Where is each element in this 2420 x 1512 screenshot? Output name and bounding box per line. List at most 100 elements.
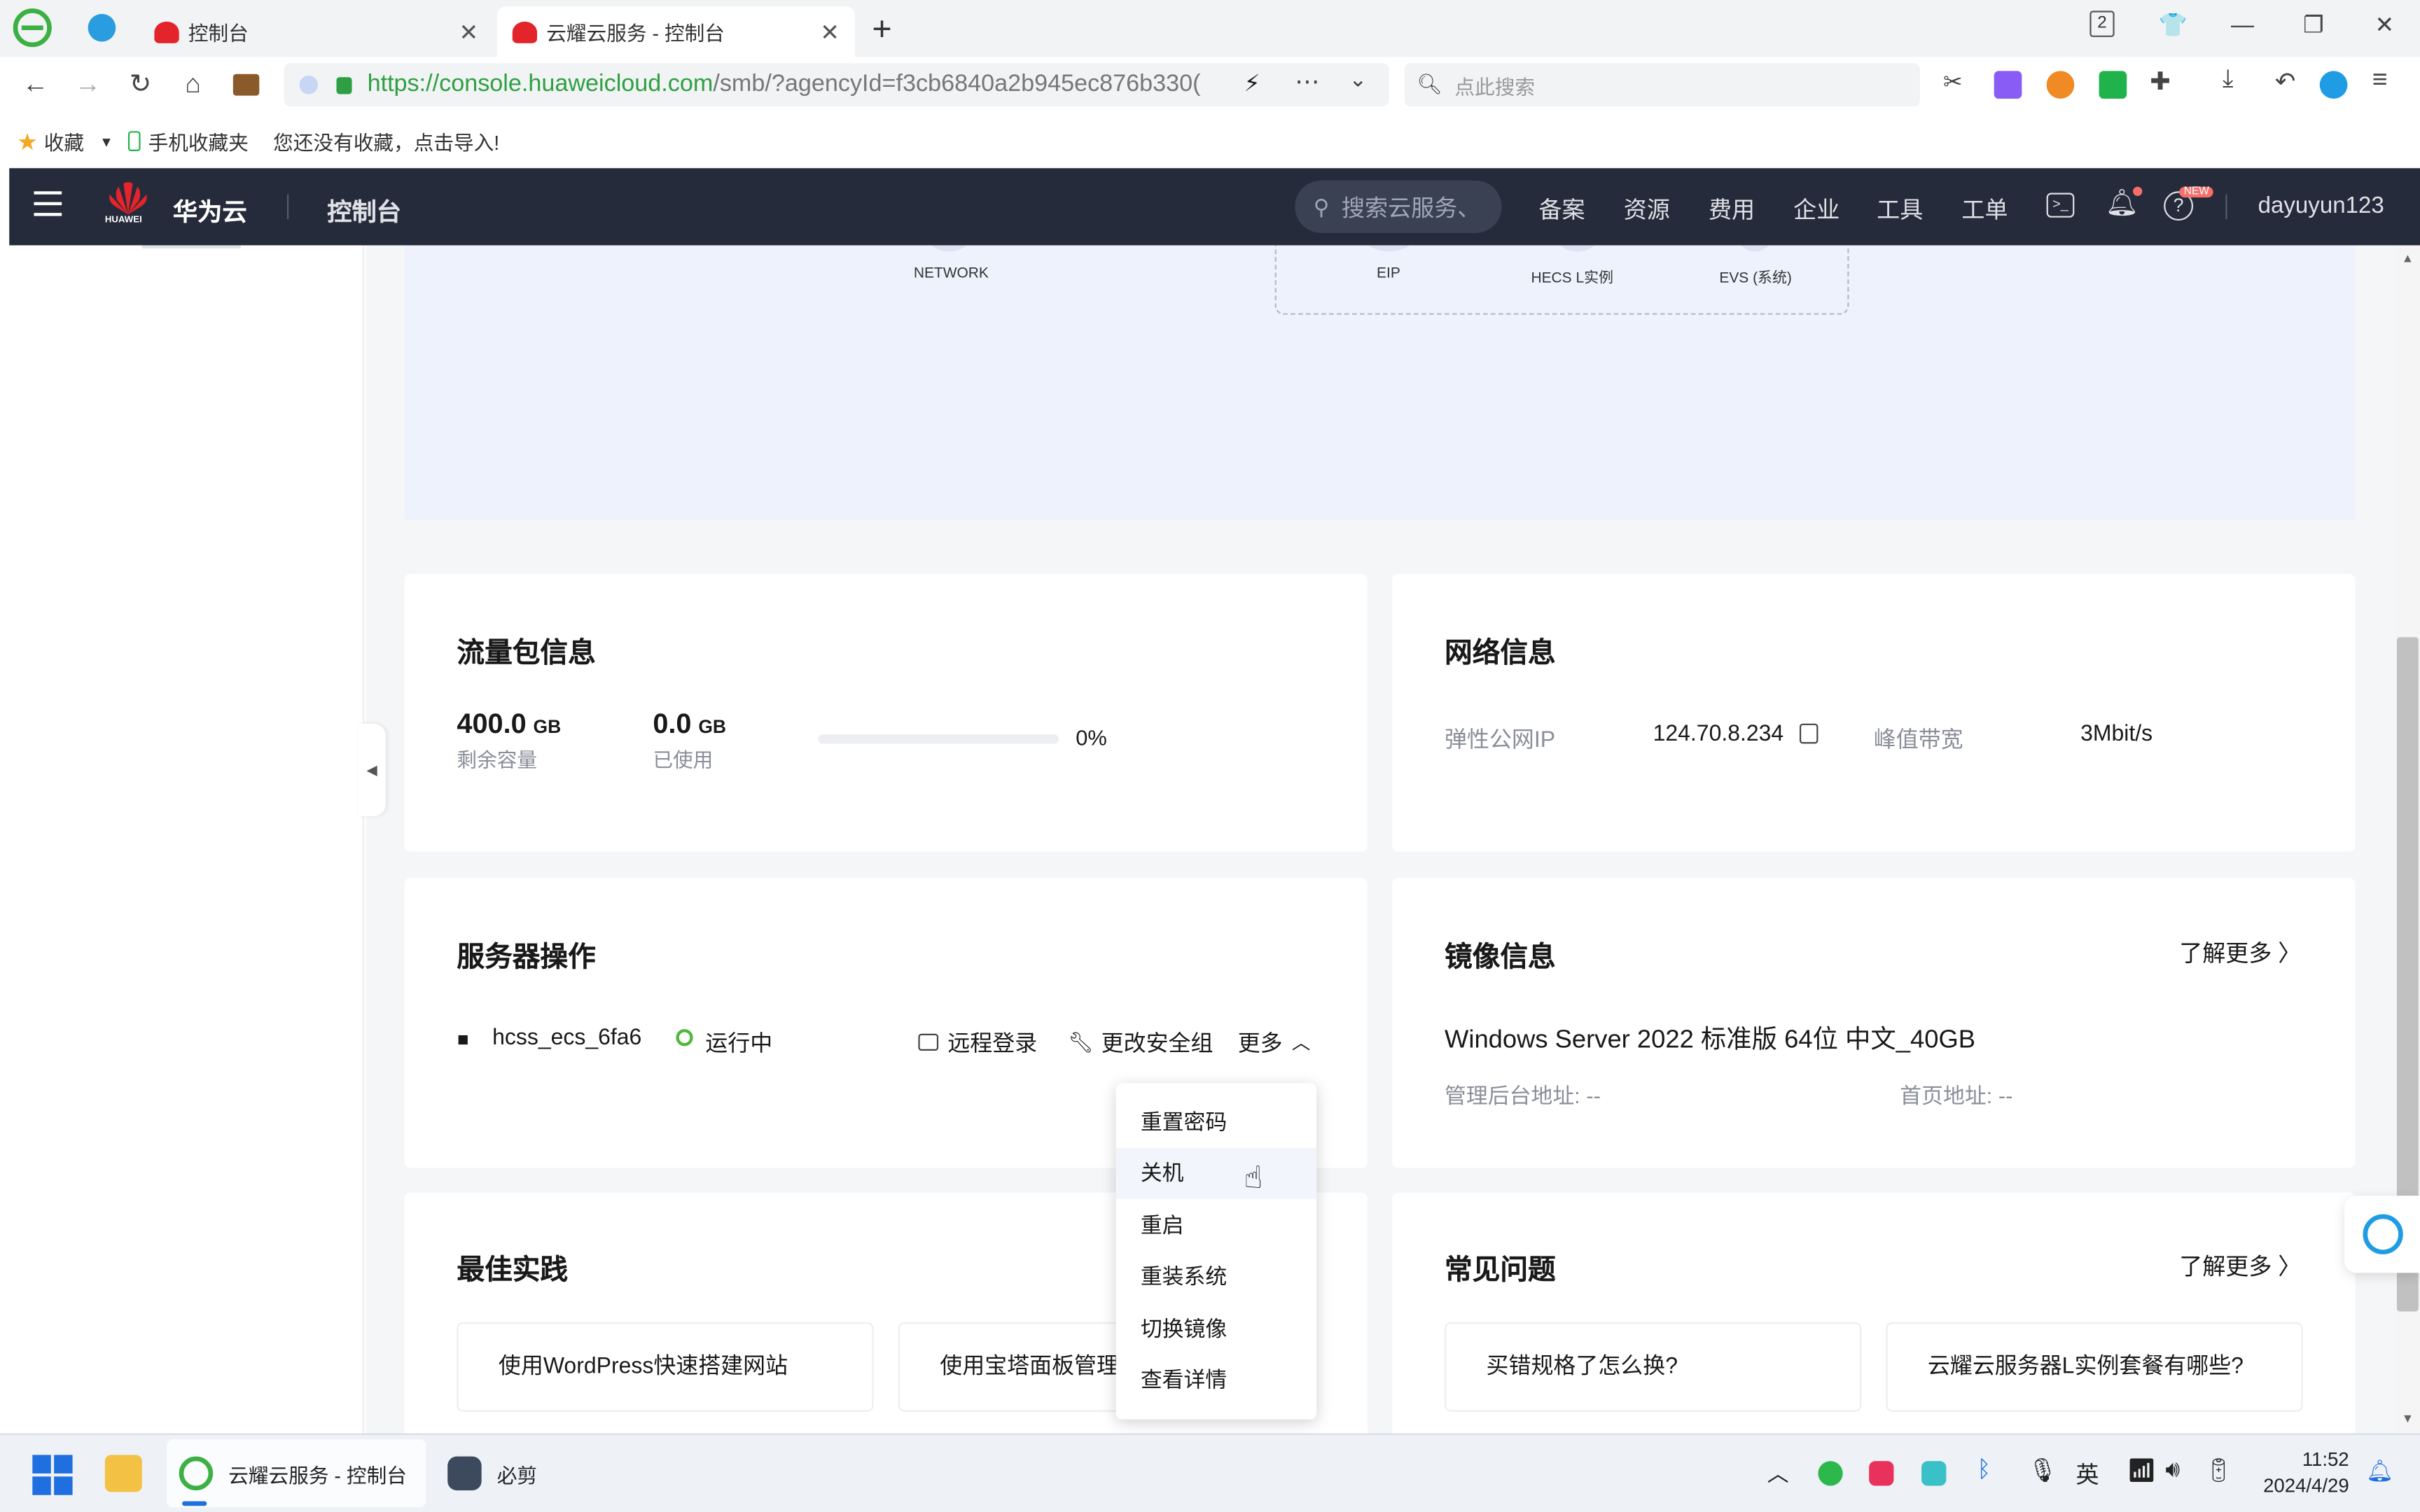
faq-item[interactable]: 云耀云服务器L实例套餐有哪些? xyxy=(1886,1322,2303,1412)
clock[interactable]: 11:52 2024/4/29 xyxy=(2256,1447,2349,1499)
skin-icon[interactable]: 👕 xyxy=(2146,0,2201,50)
reload-button[interactable]: ↻ xyxy=(122,66,159,104)
tray-app-icon[interactable] xyxy=(1869,1461,1894,1486)
usage-progress-bar xyxy=(818,734,1059,744)
image-learn-more-link[interactable]: 了解更多 〉 xyxy=(2179,937,2301,969)
more-button[interactable]: 更多 ︿ xyxy=(1238,1026,1311,1058)
ime-indicator[interactable]: 英 xyxy=(2076,1458,2099,1490)
favorites-button[interactable]: ★ 收藏 ▼ xyxy=(17,127,113,156)
server-name[interactable]: hcss_ecs_6fa6 xyxy=(492,1026,641,1051)
back-button[interactable]: ← xyxy=(17,66,54,104)
nav-filing[interactable]: 备案 xyxy=(1538,193,1585,225)
remote-login-button[interactable]: 远程登录 xyxy=(918,1026,1037,1058)
menu-item-reset-password[interactable]: 重置密码 xyxy=(1116,1097,1317,1148)
console-title[interactable]: 控制台 xyxy=(327,191,401,228)
file-explorer-icon[interactable] xyxy=(104,1455,142,1492)
minimize-button[interactable]: — xyxy=(2215,0,2270,50)
battery-icon[interactable]: 🔋︎ xyxy=(2204,1457,2233,1484)
hamburger-icon[interactable] xyxy=(34,191,62,216)
download-icon[interactable]: ⤓ xyxy=(2223,66,2234,94)
sidebar xyxy=(9,245,365,1434)
faq-item[interactable]: 买错规格了怎么换? xyxy=(1445,1322,1862,1412)
account-icon[interactable] xyxy=(2319,71,2348,99)
sidebar-collapse-handle[interactable]: ◀ xyxy=(358,723,387,816)
terminal-icon[interactable]: >_ xyxy=(2046,192,2075,218)
extensions-icon[interactable]: ✚ xyxy=(2150,66,2171,97)
faq-learn-more-link[interactable]: 了解更多 〉 xyxy=(2179,1250,2301,1282)
briefcase-icon[interactable] xyxy=(227,66,264,104)
best-practice-title: 最佳实践 xyxy=(457,1254,569,1286)
tray-app-icon[interactable] xyxy=(1921,1461,1947,1486)
taskbar-app-browser[interactable]: 云耀云服务 - 控制台 xyxy=(167,1439,426,1508)
network-title: 网络信息 xyxy=(1445,637,1556,668)
windows-taskbar: 云耀云服务 - 控制台 必剪 ︿ ᛒ 🎙︎ 英 📶︎ 🔊︎ 🔋︎ 11:52 2… xyxy=(0,1433,2420,1512)
nav-tickets[interactable]: 工单 xyxy=(1961,193,2008,225)
browser-logo-icon[interactable] xyxy=(13,8,53,48)
change-security-group-button[interactable]: 🔧︎ 更改安全组 xyxy=(1068,1026,1213,1058)
search-icon: ⚲ xyxy=(1313,193,1330,218)
tray-expand-icon[interactable]: ︿ xyxy=(1767,1458,1789,1489)
eip-label: 弹性公网IP xyxy=(1445,728,1556,753)
lock-icon xyxy=(336,76,352,94)
menu-icon[interactable]: ≡ xyxy=(2372,65,2388,96)
menu-item-switch-image[interactable]: 切换镜像 xyxy=(1116,1303,1317,1354)
brand-name[interactable]: 华为云 xyxy=(173,191,247,228)
tray-app-icon[interactable] xyxy=(1818,1461,1843,1486)
nav-tools[interactable]: 工具 xyxy=(1877,193,1923,225)
nav-billing[interactable]: 费用 xyxy=(1709,193,1755,225)
bluetooth-icon[interactable]: ᛒ xyxy=(1977,1457,1991,1483)
faq-card: 常见问题 了解更多 〉 买错规格了怎么换? 云耀云服务器L实例套餐有哪些? xyxy=(1392,1192,2356,1434)
favorites-label: 收藏 xyxy=(43,131,85,155)
huawei-logo-icon[interactable]: HUAWEI xyxy=(105,182,151,228)
copy-icon[interactable] xyxy=(1799,723,1819,744)
practice-item[interactable]: 使用WordPress快速搭建网站 xyxy=(457,1322,874,1412)
import-bookmarks-hint[interactable]: 您还没有收藏，点击导入! xyxy=(273,127,499,156)
wifi-icon[interactable]: 📶︎ xyxy=(2127,1457,2156,1484)
close-icon[interactable]: ✕ xyxy=(459,18,479,46)
chevron-up-icon: ︿ xyxy=(1291,1032,1311,1054)
close-window-button[interactable]: ✕ xyxy=(2357,0,2412,50)
menu-item-shutdown[interactable]: 关机 xyxy=(1115,1147,1317,1199)
volume-icon[interactable]: 🔊︎ xyxy=(2165,1457,2180,1483)
username[interactable]: dayuyun123 xyxy=(2258,193,2384,219)
undo-icon[interactable]: ↶ xyxy=(2275,66,2296,97)
status-dot-icon xyxy=(676,1029,693,1046)
lightning-icon[interactable]: ⚡ xyxy=(1244,69,1260,97)
url-bar[interactable]: https://console.huaweicloud.com/smb/?age… xyxy=(284,63,1389,107)
console-search-input[interactable]: ⚲ 搜索云服务、 xyxy=(1295,180,1502,233)
restore-button[interactable]: ❐ xyxy=(2286,0,2341,50)
close-icon[interactable]: ✕ xyxy=(820,18,840,46)
mobile-favorites-button[interactable]: 手机收藏夹 xyxy=(127,127,249,156)
forward-button[interactable]: → xyxy=(69,66,106,104)
translate-icon[interactable] xyxy=(1994,71,2022,99)
chevron-down-icon[interactable]: ⌄ xyxy=(1349,66,1367,92)
tab-smb-console[interactable]: 云耀云服务 - 控制台 ✕ xyxy=(496,6,856,57)
menu-item-restart[interactable]: 重启 xyxy=(1116,1200,1317,1252)
remaining-label: 剩余容量 xyxy=(457,748,538,772)
scissors-icon[interactable]: ✂ xyxy=(1943,68,1963,95)
book-icon[interactable] xyxy=(2099,71,2127,99)
mobile-favorites-label: 手机收藏夹 xyxy=(148,131,249,155)
nav-resources[interactable]: 资源 xyxy=(1624,193,1670,225)
menu-item-view-details[interactable]: 查看详情 xyxy=(1116,1354,1317,1406)
taskbar-app-label: 必剪 xyxy=(496,1463,538,1487)
bijian-app-icon xyxy=(447,1456,482,1491)
windows-start-icon[interactable] xyxy=(32,1455,73,1495)
remaining-value: 400.0 xyxy=(457,708,527,739)
more-icon[interactable]: ⋯ xyxy=(1295,66,1319,97)
microphone-icon[interactable]: 🎙︎ xyxy=(2028,1457,2057,1484)
new-tab-button[interactable]: + xyxy=(872,9,891,49)
game-icon[interactable] xyxy=(2046,71,2075,99)
taskbar-app-bijian[interactable]: 必剪 xyxy=(445,1439,537,1507)
notification-icon[interactable]: 🔔︎ xyxy=(2366,1458,2393,1484)
tab-console[interactable]: 控制台 ✕ xyxy=(139,6,494,57)
menu-item-reinstall-os[interactable]: 重装系统 xyxy=(1116,1252,1317,1303)
browser-search-input[interactable]: 🔍︎ 点此搜索 xyxy=(1404,63,1920,107)
nav-enterprise[interactable]: 企业 xyxy=(1793,193,1840,225)
home-button[interactable]: ⌂ xyxy=(174,66,211,104)
image-info-card: 镜像信息 了解更多 〉 Windows Server 2022 标准版 64位 … xyxy=(1392,878,2356,1168)
telegram-icon[interactable] xyxy=(88,13,116,42)
remaining-capacity: 400.0 GB 剩余容量 xyxy=(457,708,561,774)
tab-count-button[interactable]: 2 xyxy=(2089,10,2115,37)
assistant-float-button[interactable] xyxy=(2344,1196,2420,1273)
